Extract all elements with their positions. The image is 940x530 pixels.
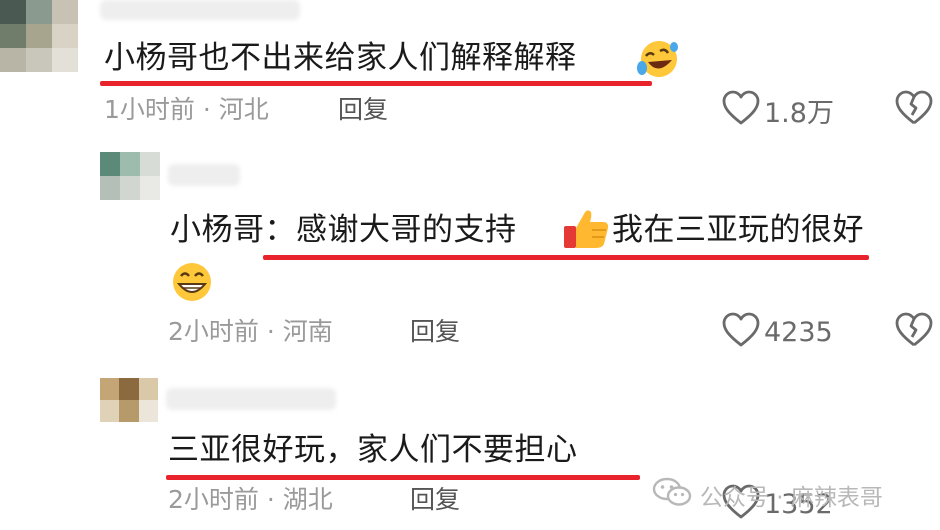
comment-text: 小杨哥也不出来给家人们解释解释 [104, 40, 577, 76]
username-blurred[interactable] [166, 388, 336, 410]
reply-button[interactable]: 回复 [410, 316, 460, 348]
like-count: 4235 [764, 316, 833, 348]
avatar[interactable] [100, 378, 158, 422]
comment-meta: 2小时前 · 河南 [168, 316, 333, 348]
location: 河南 [282, 317, 333, 346]
laughing-tears-emoji-icon [636, 38, 682, 84]
reply-button[interactable]: 回复 [410, 484, 460, 516]
dislike-button[interactable] [895, 312, 933, 352]
separator: · [266, 317, 275, 346]
separator: · [266, 485, 275, 514]
comment-meta: 1小时前 · 河北 [104, 94, 269, 126]
location: 湖北 [282, 485, 333, 514]
comment-text: 小杨哥：感谢大哥的支持 [170, 212, 517, 248]
username-blurred[interactable] [100, 0, 300, 20]
dislike-button[interactable] [895, 90, 933, 130]
location: 河北 [218, 95, 269, 124]
highlight-underline [263, 255, 869, 260]
broken-heart-icon [895, 312, 933, 352]
like-button[interactable]: 4235 [722, 312, 833, 352]
highlight-underline [100, 81, 652, 86]
heart-icon [722, 312, 760, 352]
grinning-emoji-icon [168, 260, 216, 308]
username-blurred[interactable] [168, 164, 240, 186]
separator: · [202, 95, 211, 124]
highlight-underline [166, 475, 640, 480]
avatar[interactable] [100, 152, 160, 200]
thumbs-up-emoji-icon [562, 206, 610, 254]
comment-text-continued: 我在三亚玩的很好 [612, 212, 864, 248]
watermark: 公众号 · 麻辣表哥 [652, 476, 883, 514]
like-count: 1.8万 [764, 97, 834, 129]
watermark-text: 公众号 · 麻辣表哥 [700, 485, 883, 511]
comment-text: 三亚很好玩，家人们不要担心 [168, 432, 578, 468]
timestamp: 1小时前 [104, 95, 195, 124]
heart-icon [722, 90, 760, 130]
like-button[interactable]: 1.8万 [722, 90, 834, 130]
reply-button[interactable]: 回复 [338, 94, 388, 126]
broken-heart-icon [895, 90, 933, 130]
wechat-icon [652, 476, 692, 514]
timestamp: 2小时前 [168, 485, 259, 514]
comment-meta: 2小时前 · 湖北 [168, 484, 333, 516]
avatar[interactable] [0, 0, 78, 72]
timestamp: 2小时前 [168, 317, 259, 346]
